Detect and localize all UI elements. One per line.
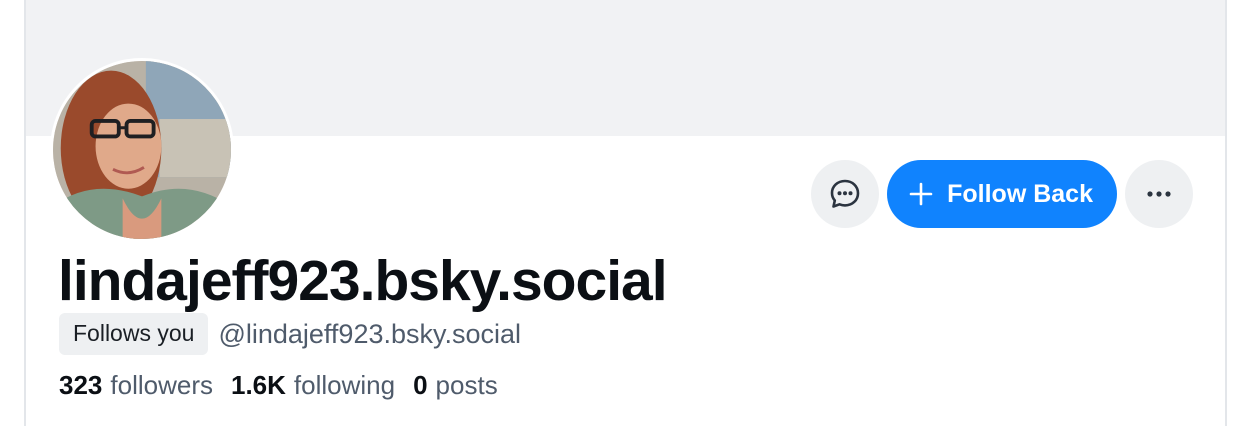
followers-count: 323 xyxy=(59,370,103,400)
posts-stat: 0 posts xyxy=(413,368,498,402)
posts-label: posts xyxy=(435,370,498,400)
profile-stats: 323 followers 1.6K following 0 posts xyxy=(59,368,516,402)
followers-label: followers xyxy=(110,370,213,400)
avatar[interactable] xyxy=(50,58,234,242)
more-options-button[interactable] xyxy=(1125,160,1193,228)
profile-actions: Follow Back xyxy=(811,160,1193,228)
following-label: following xyxy=(293,370,396,400)
follow-back-button[interactable]: Follow Back xyxy=(887,160,1117,228)
display-name: lindajeff923.bsky.social xyxy=(58,249,668,313)
message-button[interactable] xyxy=(811,160,880,228)
followers-stat[interactable]: 323 followers xyxy=(59,368,213,402)
avatar-image xyxy=(53,61,231,239)
follow-back-label: Follow Back xyxy=(947,179,1093,208)
following-count: 1.6K xyxy=(230,370,286,400)
profile-meta-row: Follows you @lindajeff923.bsky.social xyxy=(59,313,521,355)
follows-you-badge: Follows you xyxy=(59,313,209,355)
following-stat[interactable]: 1.6K following xyxy=(231,368,395,402)
plus-icon xyxy=(909,182,933,206)
profile-card: Follow Back lindajeff923.bsky.social Fol… xyxy=(24,0,1227,426)
more-icon xyxy=(1147,191,1171,197)
profile-handle: @lindajeff923.bsky.social xyxy=(218,319,522,349)
message-icon xyxy=(830,179,860,208)
posts-count: 0 xyxy=(413,370,428,400)
